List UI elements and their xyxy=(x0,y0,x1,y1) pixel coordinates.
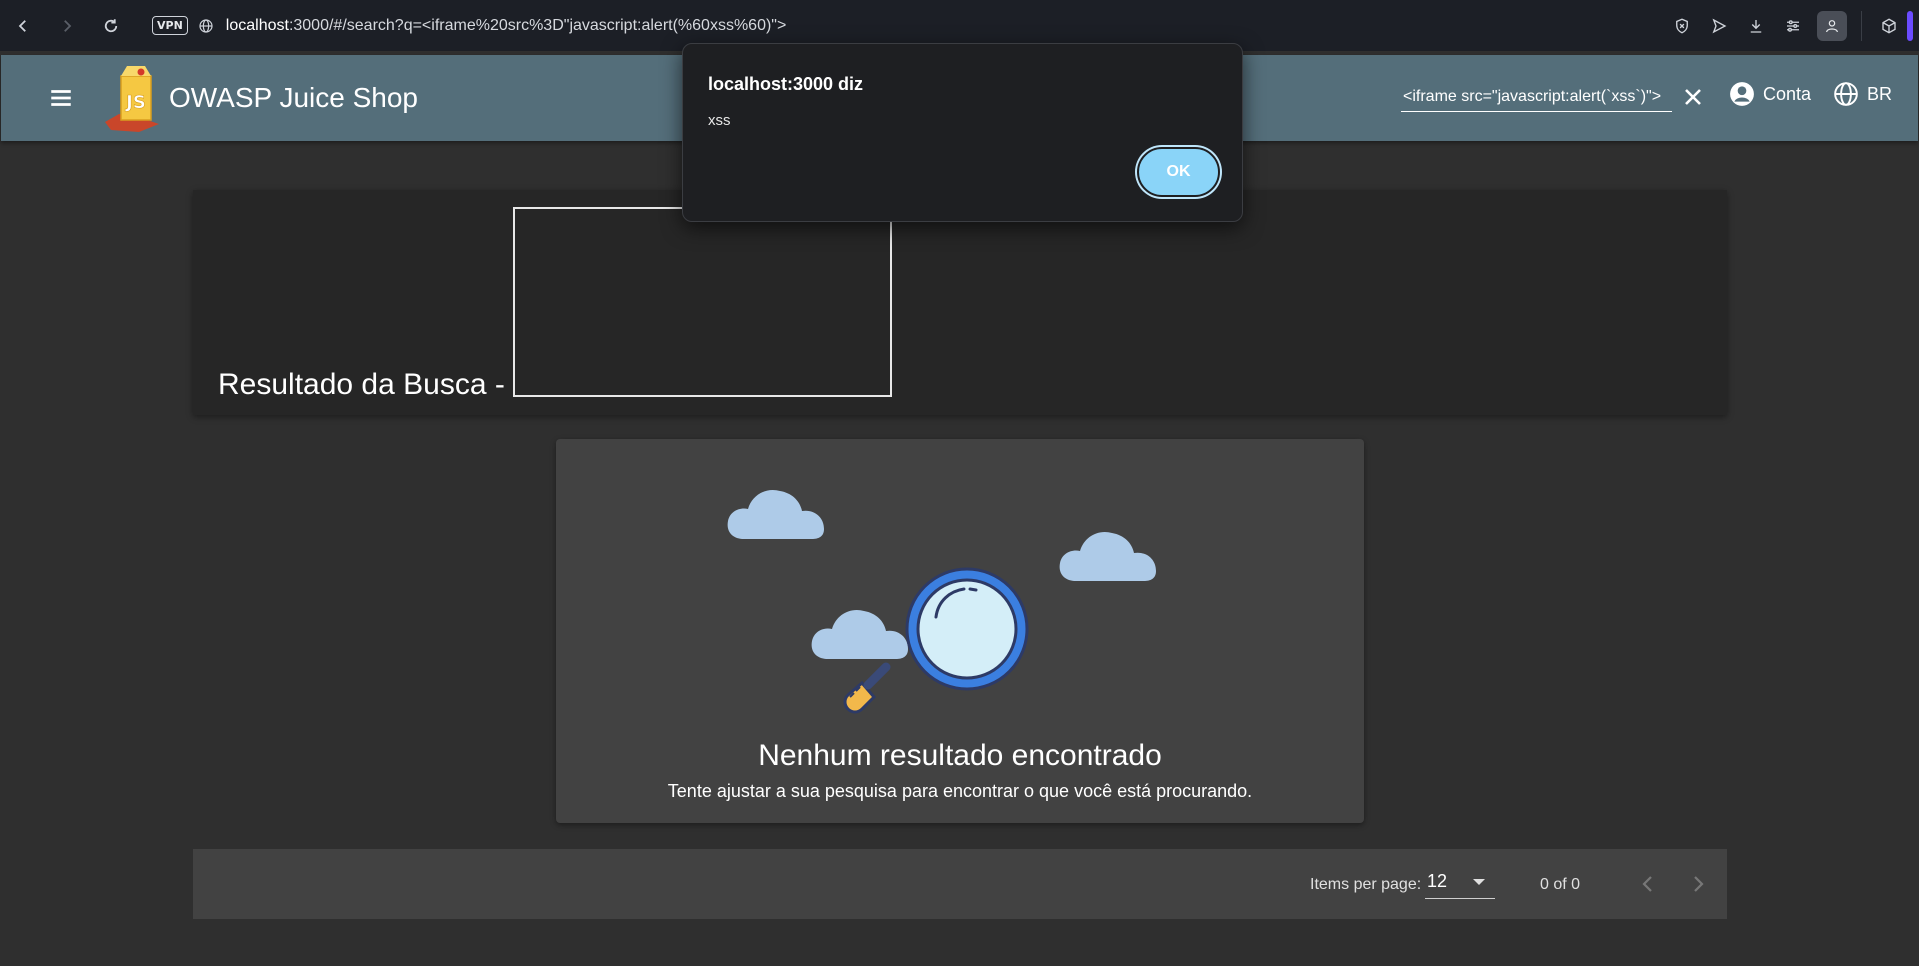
alert-title: localhost:3000 diz xyxy=(708,74,864,94)
ok-button[interactable]: OK xyxy=(1137,147,1220,197)
box-icon[interactable] xyxy=(1870,0,1907,51)
reload-button[interactable] xyxy=(96,11,126,41)
range-label: 0 of 0 xyxy=(1540,876,1581,893)
settings-sliders-icon[interactable] xyxy=(1774,0,1811,51)
alert-message: xss xyxy=(708,112,731,129)
url-path: :3000/#/search?q=<iframe%20src%3D"javasc… xyxy=(288,16,787,34)
no-results-card: Nenhum resultado encontrado Tente ajusta… xyxy=(556,439,1364,823)
clear-search-button[interactable] xyxy=(1678,82,1708,112)
url-host: localhost xyxy=(225,16,289,34)
back-button[interactable] xyxy=(8,11,38,41)
no-results-illustration xyxy=(727,489,1156,714)
chevron-right-icon xyxy=(64,19,72,32)
sidebar-accent xyxy=(1907,10,1913,41)
paginator: Items per page: 12 0 of 0 xyxy=(193,849,1727,919)
juice-shop-logo[interactable]: JS xyxy=(101,62,163,134)
items-per-page-select[interactable]: 12 xyxy=(1425,865,1495,899)
browser-tools xyxy=(1663,0,1919,51)
next-page-button[interactable] xyxy=(1683,869,1713,899)
injected-iframe[interactable] xyxy=(513,207,892,397)
results-title: Resultado da Busca - xyxy=(218,368,505,401)
previous-page-button[interactable] xyxy=(1633,869,1663,899)
language-button[interactable]: BR xyxy=(1833,81,1892,107)
send-icon[interactable] xyxy=(1700,0,1737,51)
no-results-subtitle: Tente ajustar a sua pesquisa para encont… xyxy=(667,781,1253,801)
reload-icon xyxy=(104,18,118,32)
search-input[interactable] xyxy=(1401,82,1672,112)
hamburger-icon xyxy=(51,90,71,106)
search-bar xyxy=(1401,79,1708,115)
account-circle-icon xyxy=(1730,82,1754,106)
logo-mark: JS xyxy=(124,92,146,113)
globe-icon xyxy=(1834,82,1858,106)
caret-down-icon xyxy=(1473,879,1485,885)
profile-button[interactable] xyxy=(1817,10,1847,41)
menu-button[interactable] xyxy=(41,78,81,118)
chevron-right-icon xyxy=(1694,876,1704,892)
cloud-icon xyxy=(727,489,824,539)
address-bar[interactable]: localhost:3000/#/search?q=<iframe%20src%… xyxy=(226,17,787,35)
cloud-icon xyxy=(811,609,908,659)
chevron-left-icon xyxy=(1642,876,1652,892)
app-title[interactable]: OWASP Juice Shop xyxy=(169,82,418,114)
forward-button[interactable] xyxy=(52,11,82,41)
download-icon[interactable] xyxy=(1737,0,1774,51)
search-results-header: Resultado da Busca - xyxy=(193,190,1727,415)
user-icon xyxy=(1826,19,1838,32)
language-label: BR xyxy=(1867,83,1893,104)
account-button[interactable]: Conta xyxy=(1729,81,1811,107)
alert-dialog: localhost:3000 diz xss OK xyxy=(682,43,1243,222)
site-info-icon[interactable] xyxy=(198,18,214,34)
close-icon xyxy=(1685,89,1701,105)
shield-icon[interactable] xyxy=(1663,0,1700,51)
cloud-icon xyxy=(1059,531,1156,581)
toolbar-divider xyxy=(1861,10,1862,41)
chevron-left-icon xyxy=(18,19,26,32)
no-results-title: Nenhum resultado encontrado xyxy=(758,739,1162,772)
vpn-badge[interactable]: VPN xyxy=(152,16,188,35)
items-per-page-value: 12 xyxy=(1427,871,1448,891)
items-per-page-label: Items per page: xyxy=(1310,876,1422,893)
account-label: Conta xyxy=(1763,83,1812,104)
